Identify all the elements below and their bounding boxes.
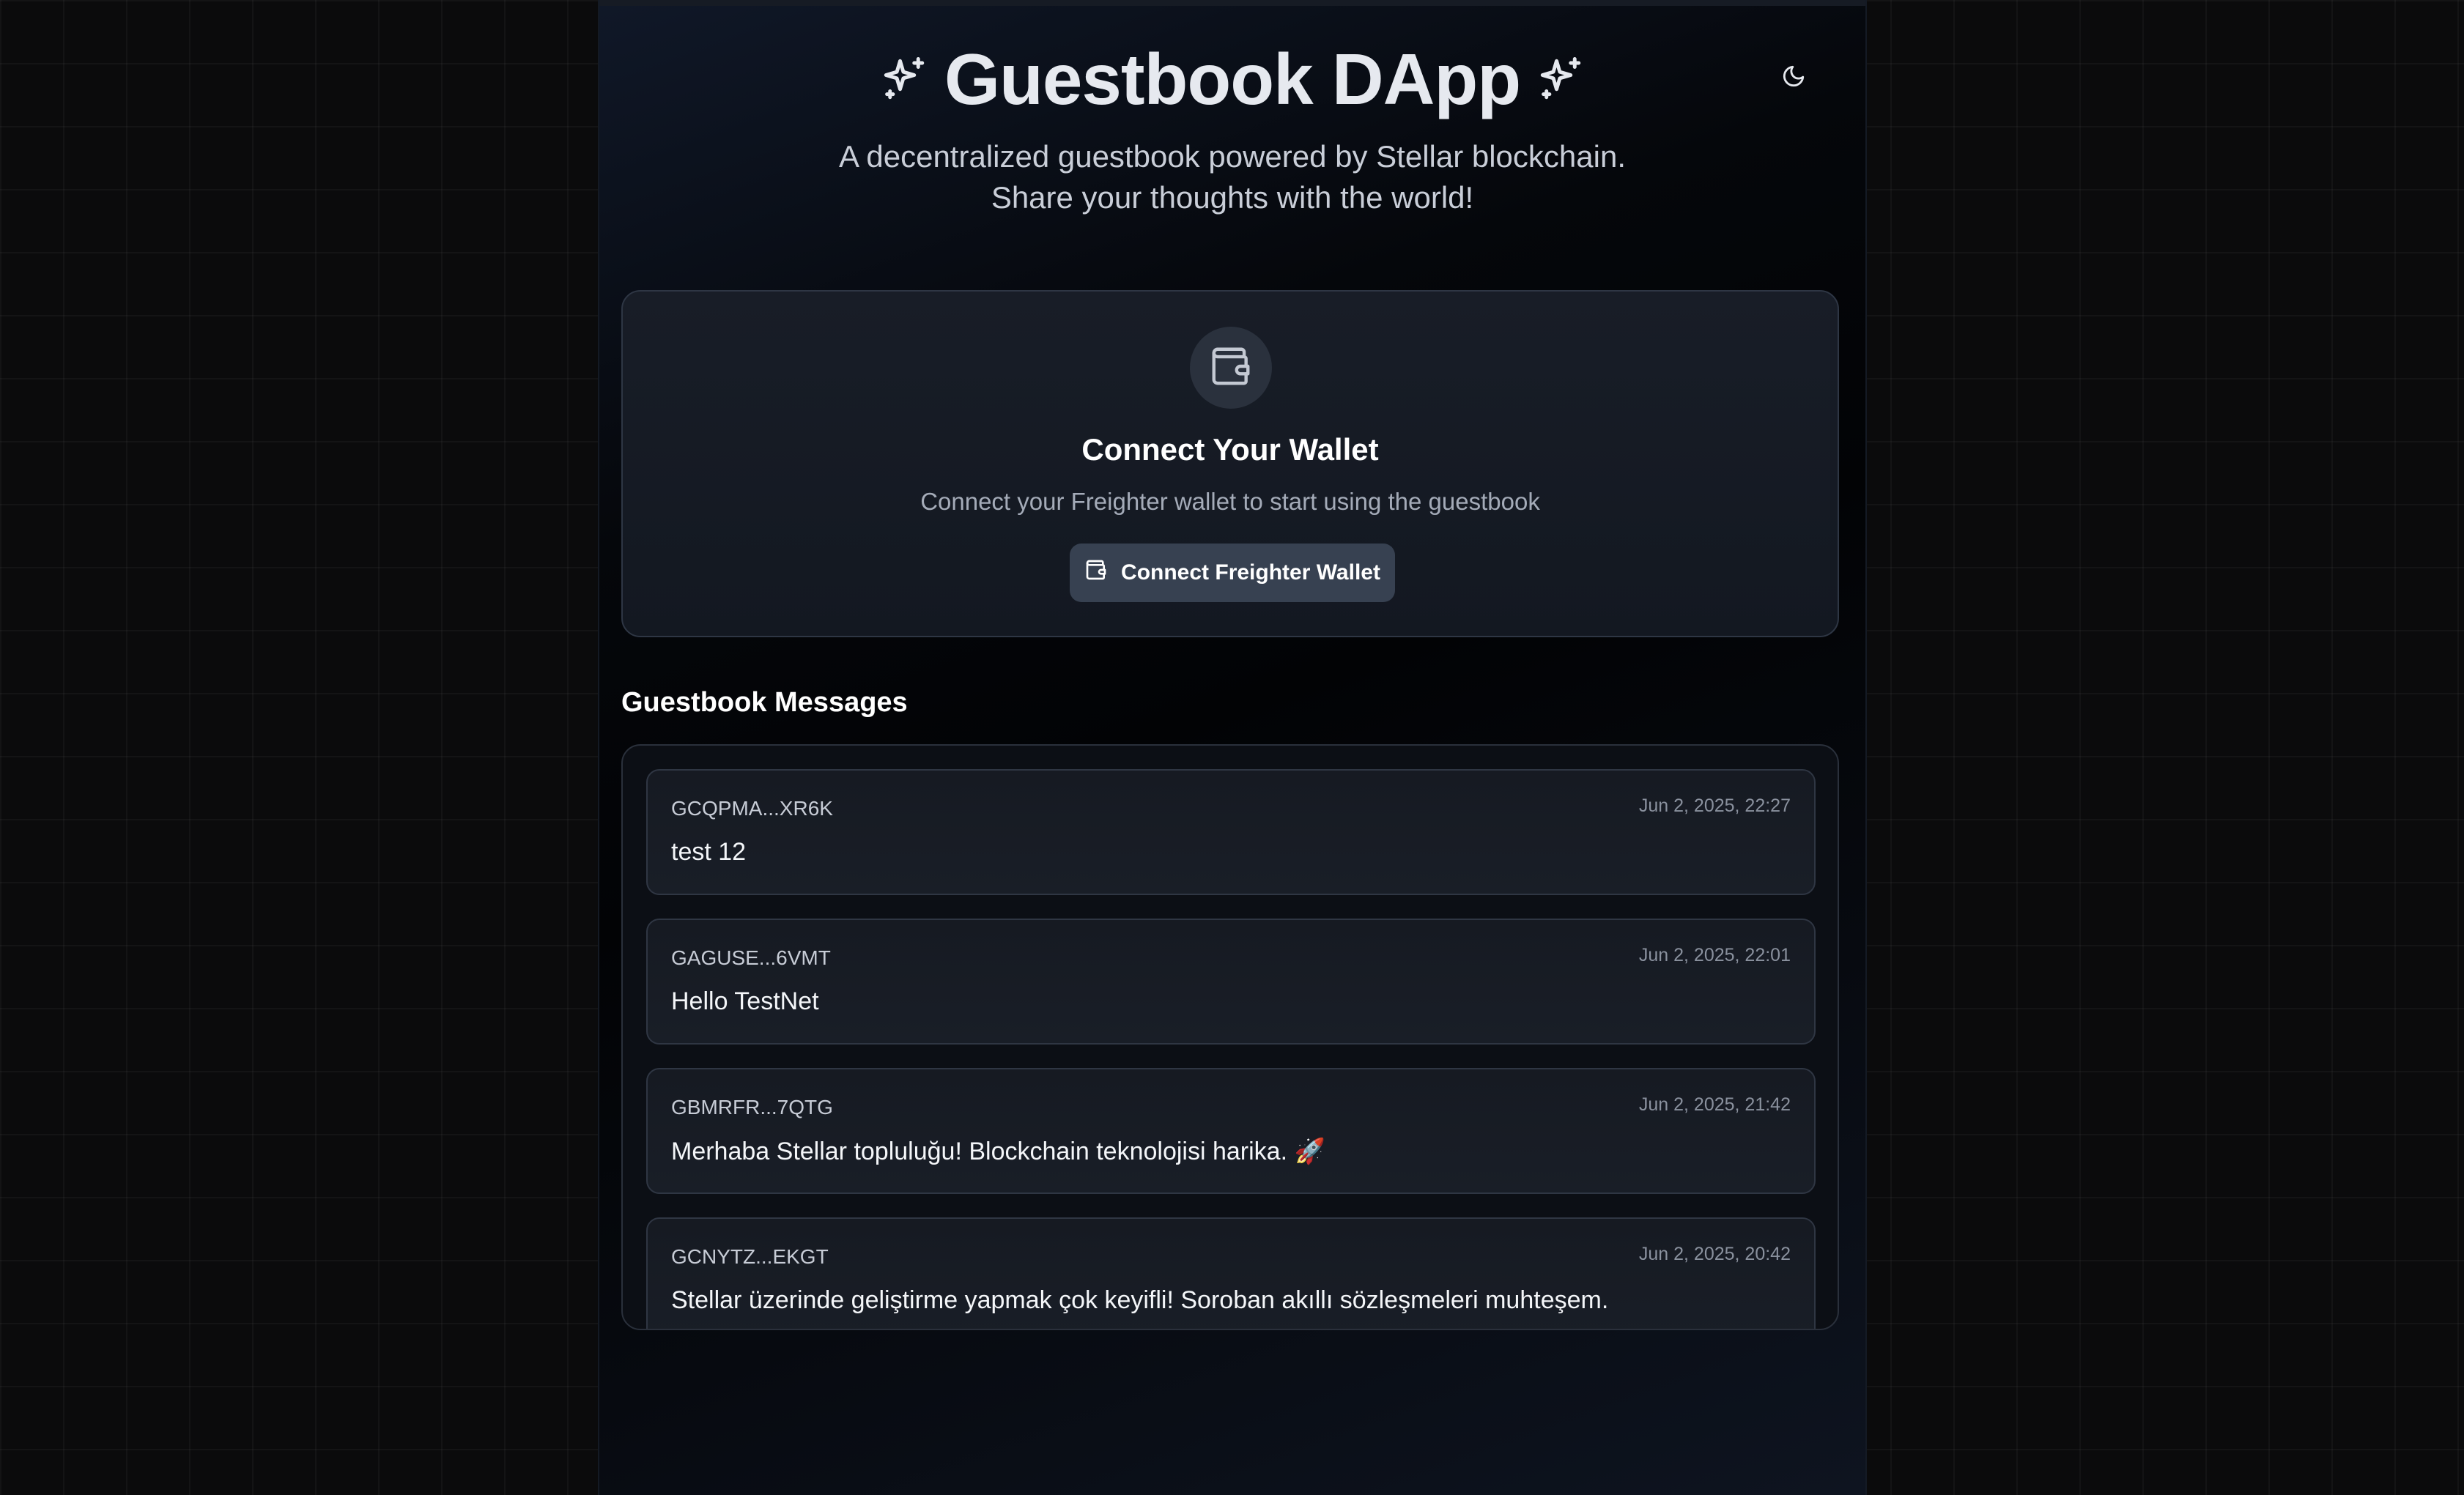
wallet-icon xyxy=(1084,558,1108,587)
page: Guestbook DApp A decentralized guestbook… xyxy=(0,0,2464,1495)
moon-icon xyxy=(1781,64,1806,92)
connect-wallet-heading: Connect Your Wallet xyxy=(1081,432,1379,467)
message-text: Merhaba Stellar topluluğu! Blockchain te… xyxy=(671,1138,1325,1165)
connect-wallet-card: Connect Your Wallet Connect your Freight… xyxy=(621,290,1839,637)
theme-toggle-button[interactable] xyxy=(1773,57,1814,98)
connect-wallet-description: Connect your Freighter wallet to start u… xyxy=(920,488,1540,515)
message-timestamp: Jun 2, 2025, 21:42 xyxy=(1638,1094,1791,1115)
message-card: GAGUSE...6VMT Jun 2, 2025, 22:01 Hello T… xyxy=(646,919,1816,1045)
messages-panel[interactable]: GCQPMA...XR6K Jun 2, 2025, 22:27 test 12… xyxy=(621,744,1839,1330)
title-row: Guestbook DApp xyxy=(599,35,1865,123)
message-address: GBMRFR...7QTG xyxy=(671,1096,833,1119)
page-subtitle: A decentralized guestbook powered by Ste… xyxy=(839,139,1626,215)
connect-button-label: Connect Freighter Wallet xyxy=(1121,560,1380,585)
message-card: GCQPMA...XR6K Jun 2, 2025, 22:27 test 12 xyxy=(646,769,1816,895)
message-card: GBMRFR...7QTG Jun 2, 2025, 21:42 Merhaba… xyxy=(646,1068,1816,1194)
message-card: GCNYTZ...EKGT Jun 2, 2025, 20:42 Stellar… xyxy=(646,1217,1816,1329)
message-address: GCQPMA...XR6K xyxy=(671,797,833,820)
page-title: Guestbook DApp xyxy=(944,39,1521,119)
sparkles-icon xyxy=(1536,55,1585,103)
message-text: Hello TestNet xyxy=(671,987,819,1015)
messages-list: GCQPMA...XR6K Jun 2, 2025, 22:27 test 12… xyxy=(646,769,1816,1329)
message-address: GCNYTZ...EKGT xyxy=(671,1245,829,1268)
wallet-icon-circle xyxy=(1190,327,1272,409)
messages-heading: Guestbook Messages xyxy=(621,687,908,718)
wallet-icon xyxy=(1208,344,1254,393)
connect-freighter-wallet-button[interactable]: Connect Freighter Wallet xyxy=(1070,544,1395,602)
message-address: GAGUSE...6VMT xyxy=(671,946,831,969)
message-timestamp: Jun 2, 2025, 22:27 xyxy=(1638,795,1791,816)
sparkles-icon xyxy=(880,55,928,103)
message-text: test 12 xyxy=(671,838,747,866)
message-timestamp: Jun 2, 2025, 22:01 xyxy=(1638,945,1791,965)
message-timestamp: Jun 2, 2025, 20:42 xyxy=(1638,1244,1791,1264)
message-text: Stellar üzerinde geliştirme yapmak çok k… xyxy=(671,1286,1609,1314)
